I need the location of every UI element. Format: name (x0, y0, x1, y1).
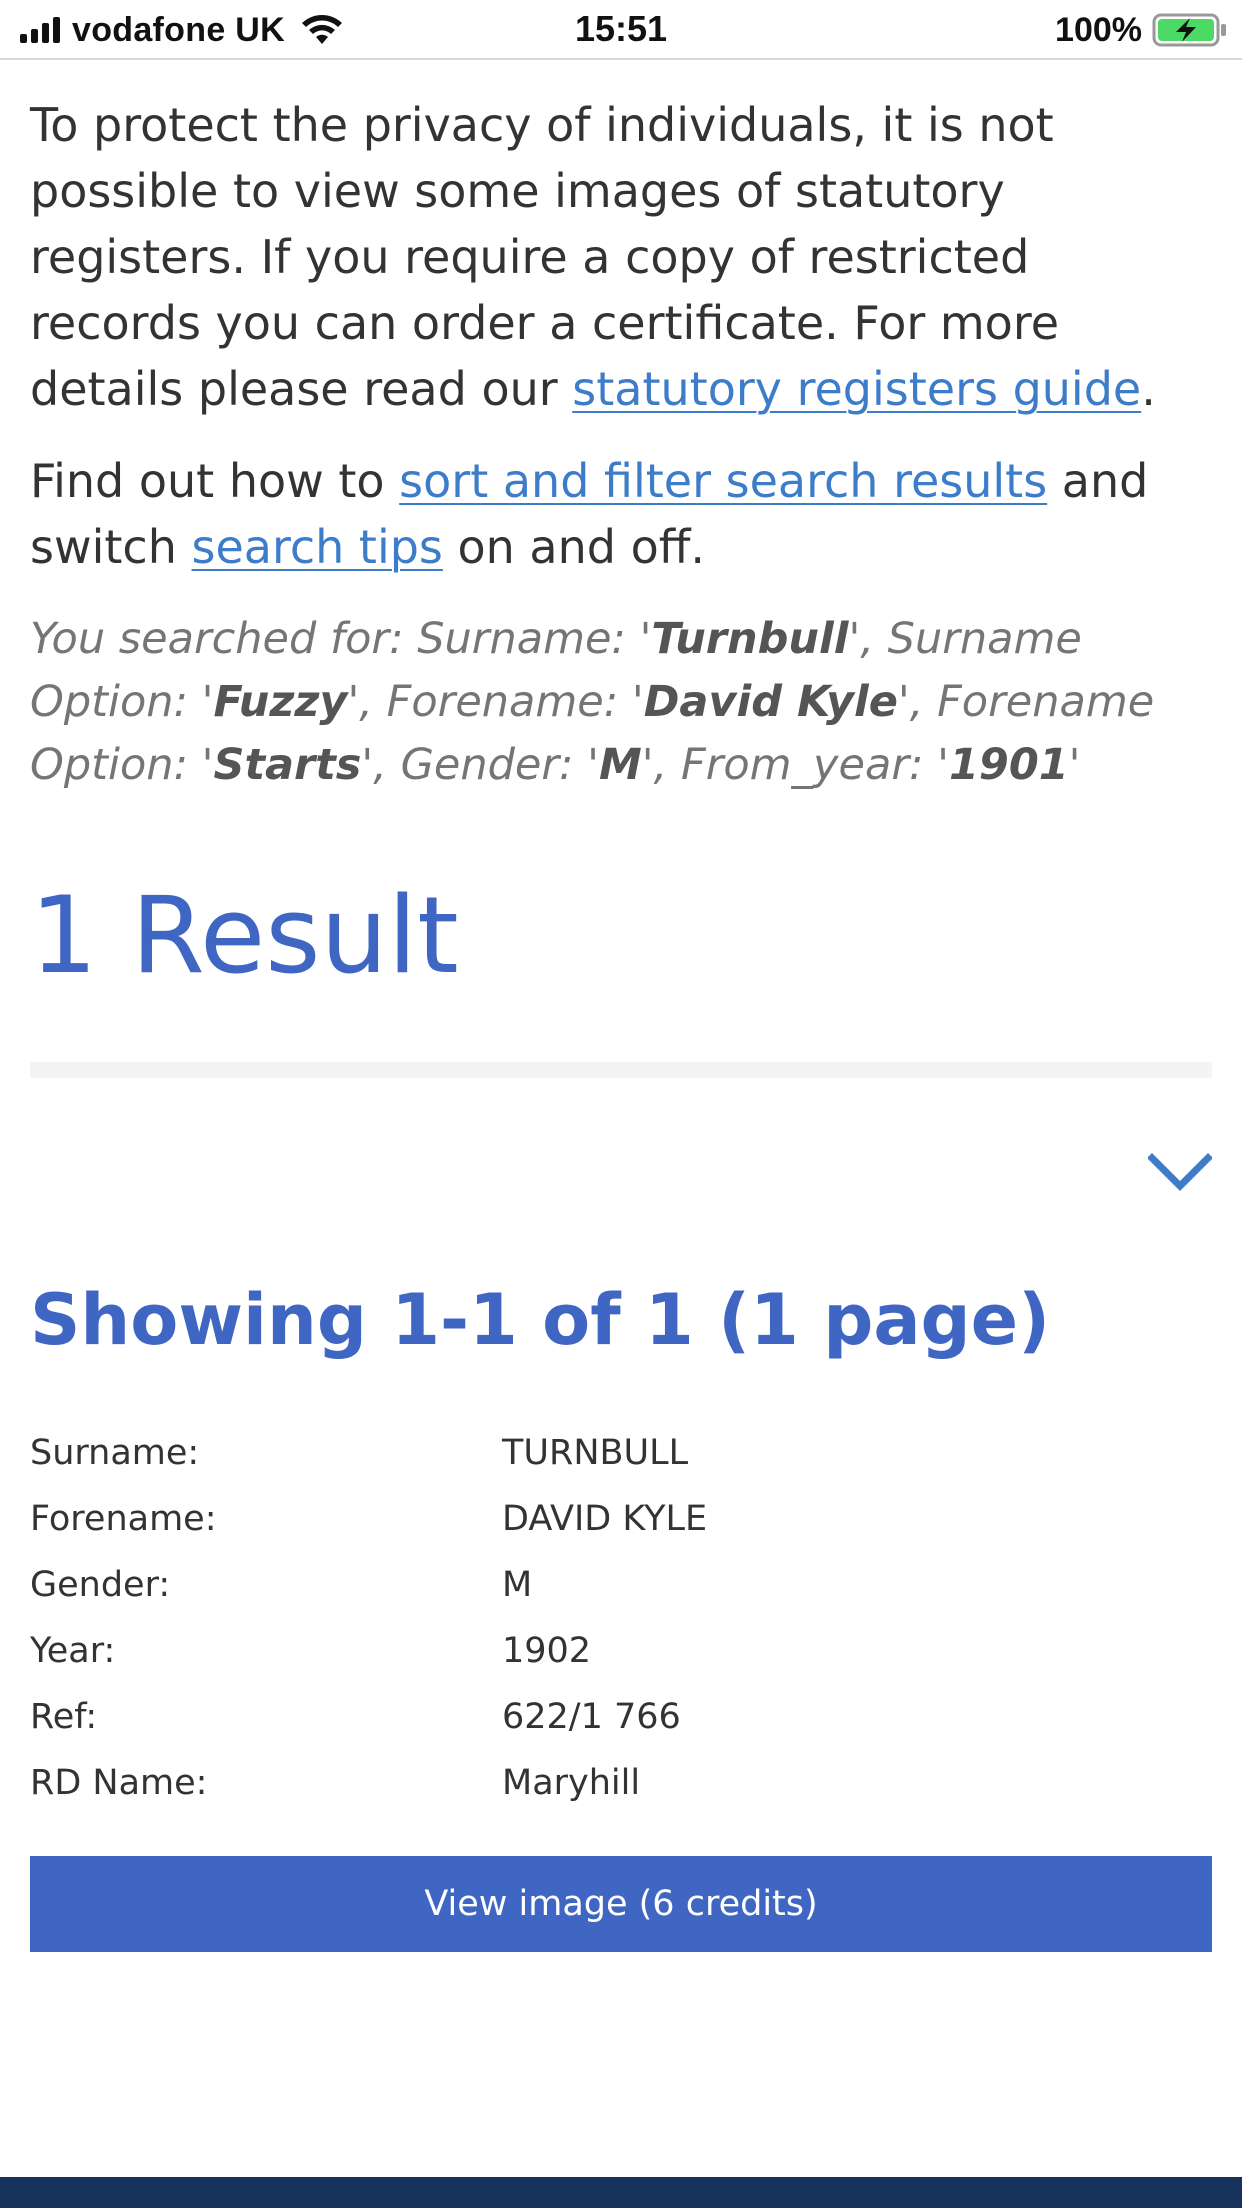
summary-from-year: 1901 (948, 740, 1069, 790)
divider (30, 1062, 1212, 1079)
main-content: To protect the privacy of individuals, i… (30, 58, 1212, 1953)
filter-toggle-row (30, 1078, 1212, 1278)
detail-value: Maryhill (502, 1763, 641, 1804)
detail-row-year: Year: 1902 (30, 1618, 1212, 1684)
summary-surname: Turnbull (651, 614, 849, 664)
statutory-registers-guide-link[interactable]: statutory registers guide (572, 362, 1141, 416)
detail-value: 1902 (502, 1631, 592, 1672)
detail-label: RD Name: (30, 1763, 208, 1804)
summary-text: ', From_year: ' (641, 740, 949, 790)
detail-value: DAVID KYLE (502, 1499, 708, 1540)
battery-percent: 100% (1055, 10, 1142, 49)
detail-row-gender: Gender: M (30, 1552, 1212, 1618)
pagination-summary: Showing 1-1 of 1 (1 page) (30, 1279, 1051, 1362)
detail-value: 622/1 766 (502, 1697, 681, 1738)
detail-label: Forename: (30, 1499, 217, 1540)
privacy-end: . (1141, 362, 1156, 416)
find-out-end: on and off. (442, 520, 706, 574)
detail-label: Ref: (30, 1697, 98, 1738)
detail-row-ref: Ref: 622/1 766 (30, 1684, 1212, 1750)
search-summary: You searched for: Surname: 'Turnbull', S… (30, 608, 1230, 797)
result-count-heading: 1 Result (30, 874, 459, 997)
summary-gender: M (599, 740, 642, 790)
battery-charging-icon (1152, 13, 1226, 47)
detail-row-surname: Surname: TURNBULL (30, 1420, 1212, 1486)
find-out-prefix: Find out how to (30, 454, 400, 508)
detail-label: Surname: (30, 1433, 200, 1474)
detail-value: M (502, 1565, 533, 1606)
detail-row-forename: Forename: DAVID KYLE (30, 1486, 1212, 1552)
detail-row-rd-name: RD Name: Maryhill (30, 1750, 1212, 1816)
view-image-button[interactable]: View image (6 credits) (30, 1856, 1212, 1953)
detail-label: Year: (30, 1631, 116, 1672)
detail-label: Gender: (30, 1565, 171, 1606)
chevron-down-icon[interactable] (1148, 1152, 1212, 1192)
summary-text: You searched for: Surname: ' (30, 614, 652, 664)
summary-forename: David Kyle (643, 677, 898, 727)
summary-text: ' (1068, 740, 1081, 790)
status-right: 100% (1055, 10, 1228, 50)
summary-surname-option: Fuzzy (213, 677, 348, 727)
search-tips-link[interactable]: search tips (191, 520, 442, 574)
footer-bar (0, 2177, 1242, 2208)
sort-filter-link[interactable]: sort and filter search results (399, 454, 1047, 508)
summary-text: ', Forename: ' (347, 677, 644, 727)
privacy-notice: To protect the privacy of individuals, i… (30, 92, 1212, 422)
detail-value: TURNBULL (502, 1433, 689, 1474)
search-help: Find out how to sort and filter search r… (30, 448, 1212, 580)
summary-text: ', Gender: ' (361, 740, 599, 790)
summary-forename-option: Starts (213, 740, 362, 790)
record-details: Surname: TURNBULL Forename: DAVID KYLE G… (30, 1420, 1212, 1816)
status-bar: vodafone UK 15:51 100% (0, 0, 1242, 60)
